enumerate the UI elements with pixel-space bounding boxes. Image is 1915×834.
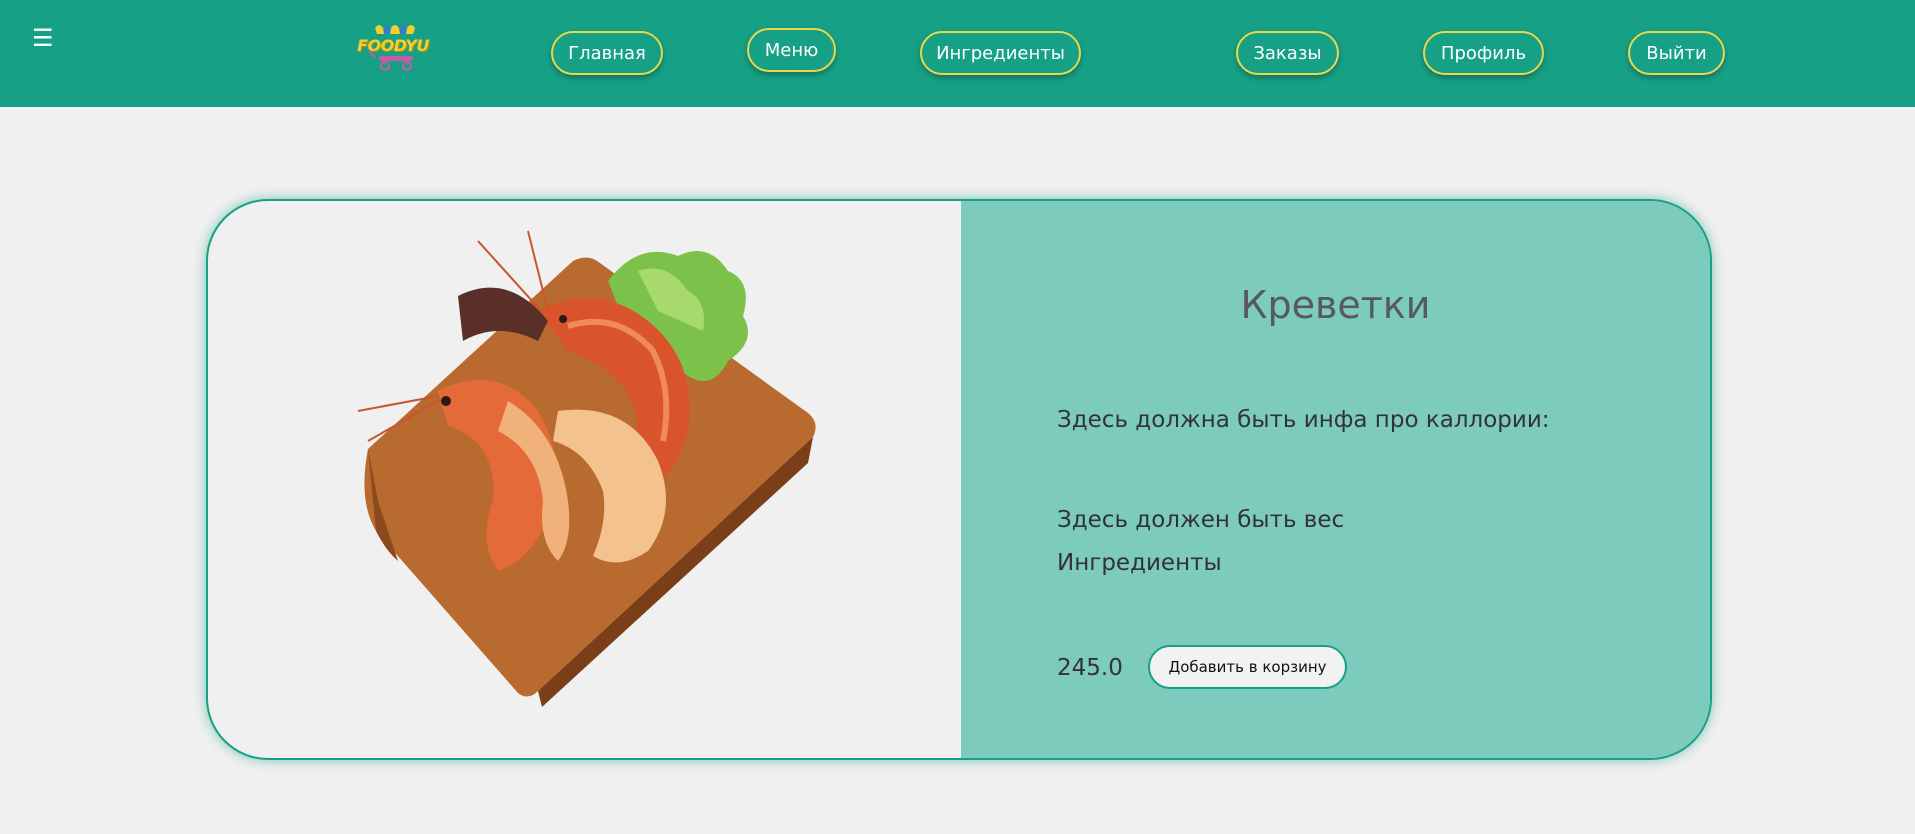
calories-text: Здесь должна быть инфа про каллории: (1057, 407, 1550, 433)
nav-ingredients-button[interactable]: Ингредиенты (920, 31, 1081, 75)
nav-profile-button[interactable]: Профиль (1423, 31, 1544, 75)
product-card: Креветки Здесь должна быть инфа про калл… (206, 199, 1712, 760)
nav-logout-button[interactable]: Выйти (1628, 31, 1725, 75)
product-info-pane: Креветки Здесь должна быть инфа про калл… (961, 201, 1710, 758)
hamburger-menu-icon[interactable]: ☰ (32, 26, 54, 50)
brand-logo[interactable]: FOODYU (357, 20, 429, 76)
shrimp-dish-image (357, 230, 816, 707)
weight-text: Здесь должен быть вес (1057, 507, 1345, 533)
logo-text: FOODYU (357, 36, 429, 55)
top-navigation-bar: ☰ FOODYU Главная Меню Ингредиенты Заказы… (0, 0, 1915, 107)
nav-home-button[interactable]: Главная (551, 31, 663, 75)
nav-menu-button[interactable]: Меню (747, 28, 836, 72)
nav-orders-button[interactable]: Заказы (1236, 31, 1339, 75)
product-image-pane (208, 201, 961, 758)
add-to-cart-button[interactable]: Добавить в корзину (1148, 645, 1347, 689)
ingredients-text: Ингредиенты (1057, 550, 1222, 576)
product-price: 245.0 (1057, 655, 1123, 681)
product-title: Креветки (1240, 283, 1431, 327)
